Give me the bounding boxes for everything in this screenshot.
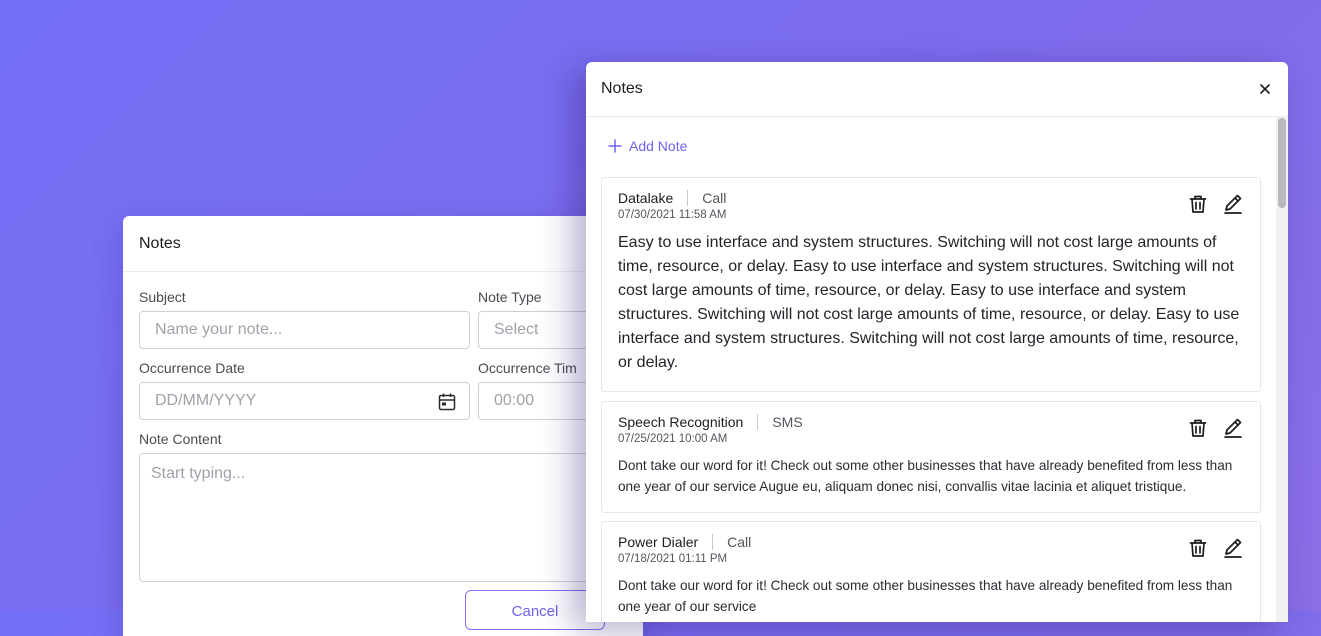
note-type: SMS	[772, 414, 803, 430]
note-type: Call	[727, 534, 752, 550]
close-icon[interactable]	[1258, 82, 1272, 96]
plus-icon	[608, 139, 622, 153]
note-form-panel: Notes Subject Name your note... Note Typ…	[123, 216, 678, 636]
note-date: 07/30/2021 11:58 AM	[618, 209, 727, 221]
note-type-label: Note Type	[478, 289, 542, 305]
note-card: Datalake Call 07/30/2021 11:58 AM Easy t…	[601, 177, 1261, 392]
notes-list-panel: Notes Add Note Datalake Call 07/30/2021 …	[586, 62, 1288, 622]
content-placeholder: Start typing...	[151, 465, 246, 482]
note-card: Power Dialer Call 07/18/2021 01:11 PM Do…	[601, 521, 1261, 622]
time-placeholder: 00:00	[494, 392, 535, 409]
divider	[687, 190, 689, 206]
form-panel-title: Notes	[123, 216, 643, 272]
edit-icon[interactable]	[1222, 417, 1244, 439]
occurrence-time-label: Occurrence Tim	[478, 360, 577, 376]
notes-panel-title: Notes	[601, 80, 643, 97]
add-note-label: Add Note	[629, 138, 688, 154]
edit-icon[interactable]	[1222, 537, 1244, 559]
subject-input[interactable]: Name your note...	[139, 311, 470, 349]
notes-panel-header: Notes	[586, 62, 1288, 117]
edit-icon[interactable]	[1222, 193, 1244, 215]
note-content-label: Note Content	[139, 431, 222, 447]
note-date: 07/25/2021 10:00 AM	[618, 433, 728, 445]
note-type-placeholder: Select	[494, 321, 539, 338]
divider	[712, 534, 714, 550]
divider	[757, 414, 759, 430]
note-subject: Speech Recognition	[618, 414, 744, 430]
scrollbar-thumb[interactable]	[1278, 118, 1286, 208]
note-card: Speech Recognition SMS 07/25/2021 10:00 …	[601, 401, 1261, 513]
trash-icon[interactable]	[1187, 417, 1209, 439]
note-content-textarea[interactable]: Start typing...	[139, 453, 619, 582]
subject-placeholder: Name your note...	[155, 321, 283, 338]
occurrence-date-label: Occurrence Date	[139, 360, 245, 376]
trash-icon[interactable]	[1187, 193, 1209, 215]
subject-label: Subject	[139, 289, 186, 305]
add-note-button[interactable]: Add Note	[608, 138, 687, 154]
occurrence-date-input[interactable]: DD/MM/YYYY	[139, 382, 470, 420]
calendar-icon[interactable]	[437, 392, 457, 412]
note-subject: Power Dialer	[618, 534, 699, 550]
note-content: Easy to use interface and system structu…	[618, 234, 1240, 371]
note-content: Dont take our word for it! Check out som…	[618, 458, 1233, 494]
cancel-button[interactable]: Cancel	[465, 590, 605, 630]
date-placeholder: DD/MM/YYYY	[155, 392, 257, 409]
note-type: Call	[702, 190, 727, 206]
note-subject: Datalake	[618, 190, 674, 206]
note-date: 07/18/2021 01:11 PM	[618, 553, 728, 565]
trash-icon[interactable]	[1187, 537, 1209, 559]
note-content: Dont take our word for it! Check out som…	[618, 578, 1233, 614]
